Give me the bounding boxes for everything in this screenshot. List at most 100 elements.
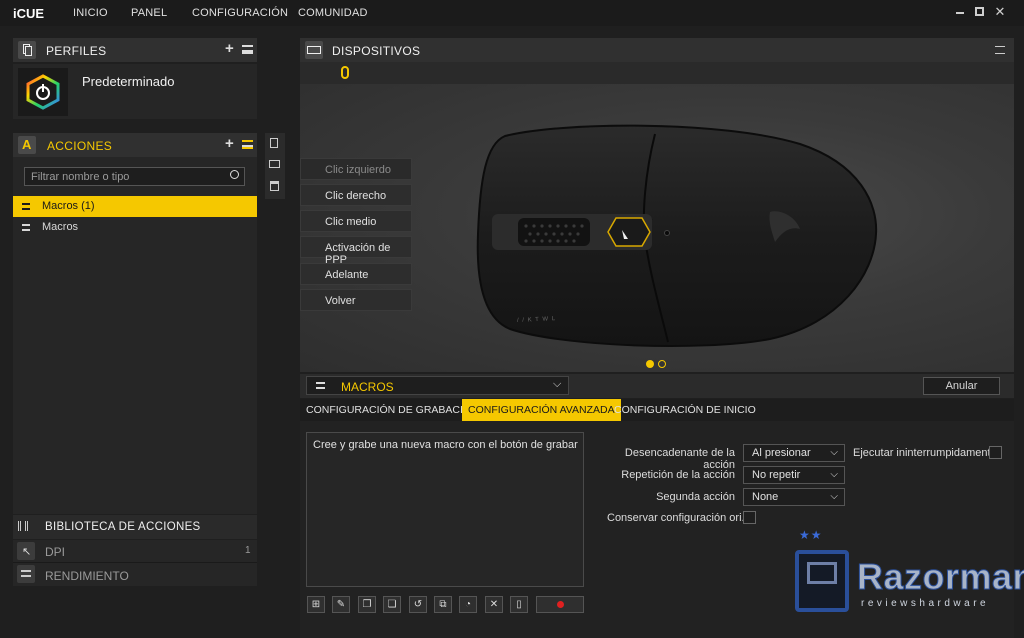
library-item-dpi[interactable]: ↖ DPI 1 [13,540,257,563]
devices-title: DISPOSITIVOS [332,44,421,58]
device-strip [300,62,1014,84]
timer-icon[interactable]: ◔ [459,596,477,613]
chevron-down-icon: ⌵ [830,491,838,502]
list-icon [22,224,30,231]
record-icon [557,601,564,608]
action-filter-input[interactable]: Filtrar nombre o tipo [24,167,245,186]
devices-header: DISPOSITIVOS [300,38,1014,62]
watermark-monitor-icon [795,550,849,612]
chevron-down-icon: ⌵ [553,378,562,390]
paste-icon[interactable]: ❏ [383,596,401,613]
actions-icon: A [18,136,36,154]
trash-icon[interactable]: ▯ [510,596,528,613]
devices-menu-icon[interactable] [995,46,1005,54]
undo-icon[interactable]: ↺ [409,596,427,613]
app-brand: iCUE [13,6,45,21]
page-dot-active[interactable] [646,360,654,368]
trigger-value: Al presionar [752,447,811,459]
repeat-select[interactable]: No repetir ⌵ [743,466,845,484]
search-icon[interactable] [230,170,239,179]
keyboard-icon [305,41,323,59]
add-profile-icon[interactable]: + [225,40,234,57]
keep-settings-checkbox[interactable] [743,511,756,524]
run-uninterrupted-label: Ejecutar ininterrumpidamente [853,447,997,459]
actions-title: ACCIONES [47,139,113,153]
chevron-down-icon: ⌵ [830,469,838,480]
profile-name: Predeterminado [82,74,175,89]
cancel-button[interactable]: Anular [923,377,1000,395]
action-tool-strip [265,133,285,199]
copy-icon[interactable] [270,138,278,148]
watermark-logo: ★★ Razorman Reviewshardware [793,528,1024,636]
tab-recording-settings[interactable]: CONFIGURACIÓN DE GRABACIÓN [300,399,485,421]
macros-title: MACROS [341,380,394,394]
profiles-title: PERFILES [46,44,107,58]
repeat-value: No repetir [752,469,801,481]
trash-icon[interactable] [270,181,279,191]
action-item-macros[interactable]: Macros [13,217,257,238]
insert-event-icon[interactable]: ⊞ [307,596,325,613]
edit-icon[interactable]: ✎ [332,596,350,613]
profiles-menu-icon[interactable] [242,45,253,54]
mouse-button-dpi[interactable]: Activación de PPP [300,236,412,266]
library-header[interactable]: BIBLIOTECA DE ACCIONES [13,515,257,539]
list-icon [316,382,325,389]
action-item-macros-1[interactable]: Macros (1) [13,196,257,217]
watermark-stars-icon: ★★ [799,528,823,542]
mouse-button-forward[interactable]: Adelante [300,263,412,285]
trigger-label: Desencadenante de la acción [624,447,735,471]
watermark-subtitle: Reviewshardware [861,598,990,609]
nav-comunidad[interactable]: COMUNIDAD [298,7,368,19]
tab-startup-settings[interactable]: CONFIGURACIÓN DE INICIO [608,399,762,421]
profiles-icon [18,41,36,59]
mouse-button-left-click[interactable]: Clic izquierdo [300,158,412,180]
nav-panel[interactable]: PANEL [131,7,167,19]
mouse-device-icon[interactable] [341,66,349,79]
library-icon [18,521,28,531]
action-item-label: Macros [42,221,79,233]
sliders-icon [17,565,35,583]
watermark-name: Razorman [856,556,1024,598]
profile-avatar [18,68,68,116]
nav-configuracion[interactable]: CONFIGURACIÓN [192,7,288,19]
folder-icon[interactable] [269,160,280,168]
filter-placeholder: Filtrar nombre o tipo [31,171,130,183]
mouse-button-back[interactable]: Volver [300,289,412,311]
record-button[interactable] [536,596,584,613]
list-icon [22,203,30,210]
chevron-down-icon: ⌵ [830,447,838,458]
macros-selector[interactable]: MACROS ⌵ [306,376,569,395]
repeat-label: Repetición de la acción [621,469,735,481]
keep-settings-label: Conservar configuración ori... [607,512,751,524]
macro-editor-text: Cree y grabe una nueva macro con el botó… [313,439,578,451]
run-uninterrupted-checkbox[interactable] [989,446,1002,459]
mouse-button-right-click[interactable]: Clic derecho [300,184,412,206]
tab-advanced-settings[interactable]: CONFIGURACIÓN AVANZADA [462,399,621,421]
add-delay-icon[interactable]: ⧉ [434,596,452,613]
action-item-label: Macros (1) [42,200,95,212]
delete-event-icon[interactable]: ✕ [485,596,503,613]
second-action-label: Segunda acción [656,491,735,503]
profile-item[interactable]: Predeterminado [13,64,257,119]
library-title: BIBLIOTECA DE ACCIONES [45,521,201,533]
library-item-label: DPI [45,545,66,559]
library-item-rendimiento[interactable]: RENDIMIENTO [13,563,257,586]
library-item-count: 1 [245,545,251,556]
profiles-header: PERFILES + [13,38,257,62]
maximize-icon[interactable] [973,5,987,19]
second-action-select[interactable]: None ⌵ [743,488,845,506]
copy-event-icon[interactable]: ❐ [358,596,376,613]
actions-menu-icon[interactable] [242,140,253,149]
trigger-select[interactable]: Al presionar ⌵ [743,444,845,462]
close-icon[interactable]: ✕ [993,5,1007,19]
add-action-icon[interactable]: + [225,135,234,152]
macro-editor[interactable]: Cree y grabe una nueva macro con el botó… [306,432,584,587]
nav-inicio[interactable]: INICIO [73,7,108,19]
second-action-value: None [752,491,779,503]
minimize-icon[interactable] [953,5,967,19]
library-item-label: RENDIMIENTO [45,569,129,583]
page-dot[interactable] [658,360,666,368]
mouse-button-middle-click[interactable]: Clic medio [300,210,412,232]
cursor-icon: ↖ [17,542,35,560]
title-bar: iCUE INICIO PANEL CONFIGURACIÓN COMUNIDA… [0,0,1024,26]
